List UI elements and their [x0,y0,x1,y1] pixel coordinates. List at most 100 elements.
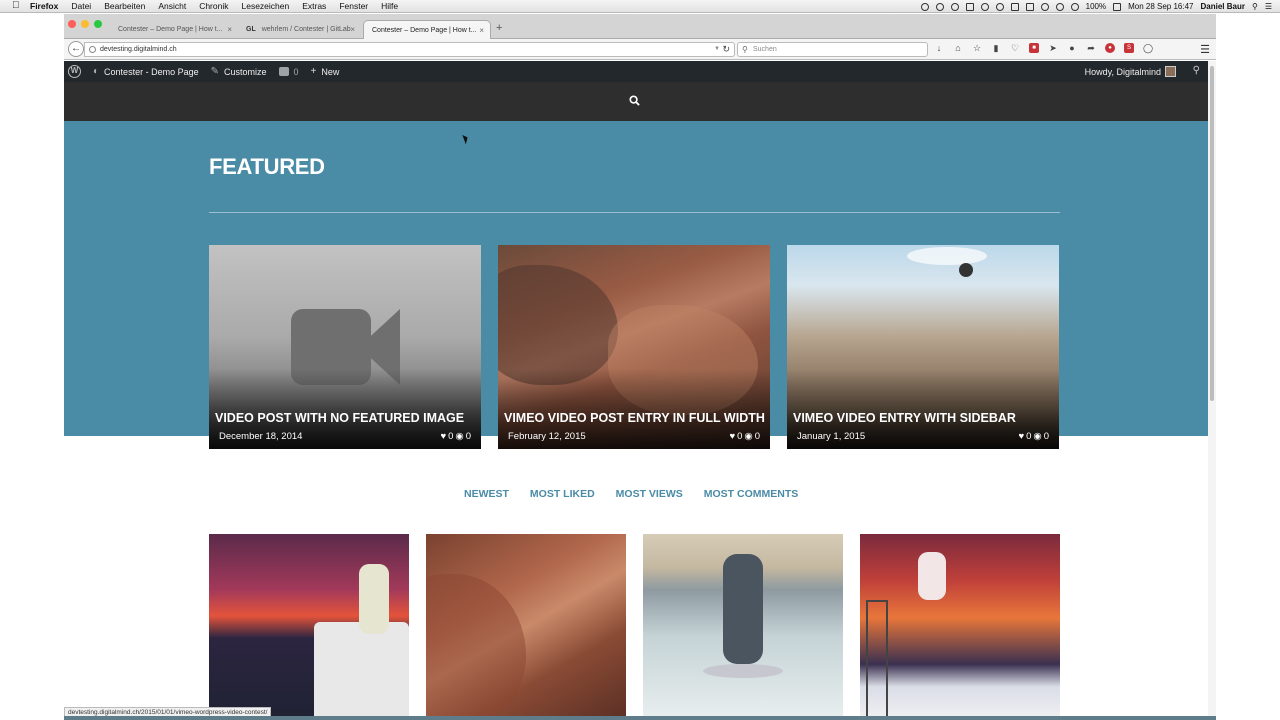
bookmarks-icon[interactable]: ▮ [991,43,1001,53]
url-bar[interactable]: devtesting.digitalmind.ch ▼ ↻ [84,42,735,57]
eye-icon: ◉ [1033,431,1042,442]
new-label: New [321,66,340,77]
url-dropdown-icon[interactable]: ▼ [714,43,720,56]
card-date: December 18, 2014 [219,431,303,442]
menubar-status-area: 100% Mon 28 Sep 16:47 Daniel Baur ⚲ ☰ [920,0,1272,13]
photo-tower-shape [866,600,888,720]
bug-icon[interactable] [980,2,989,11]
admin-account[interactable]: Howdy, Digitalmind [1085,61,1176,82]
card-title[interactable]: VIMEO VIDEO POST ENTRY IN FULL WIDTH [504,411,765,425]
menu-app-name[interactable]: Firefox [30,1,58,11]
heart-icon[interactable]: ♥ [440,431,446,442]
share-icon[interactable]: ➦ [1086,43,1096,53]
close-tab-icon[interactable]: × [479,26,484,35]
volume-icon[interactable] [1070,2,1079,11]
featured-card[interactable]: VIMEO VIDEO ENTRY WITH SIDEBAR January 1… [787,245,1059,449]
pocket-icon[interactable]: ♡ [1010,43,1020,53]
spotlight-icon[interactable]: ⚲ [1252,2,1258,11]
admin-site-name[interactable]: ◐ Contester - Demo Page [93,66,199,77]
menu-ansicht[interactable]: Ansicht [158,1,186,11]
featured-card[interactable]: VIMEO VIDEO POST ENTRY IN FULL WIDTH Feb… [498,245,770,449]
post-thumbnail[interactable] [209,534,409,720]
menu-lesezeichen[interactable]: Lesezeichen [241,1,289,11]
post-thumbnail[interactable] [860,534,1060,720]
featured-card[interactable]: VIDEO POST WITH NO FEATURED IMAGE Decemb… [209,245,481,449]
tab-gitlab[interactable]: GL wehrlem / Contester | GitLab × [238,20,361,39]
close-window-icon[interactable] [68,20,76,28]
card-stats: ♥ 0 ◉ 0 [1018,431,1049,442]
checkbox-icon[interactable] [965,2,974,11]
tab-most-views[interactable]: MOST VIEWS [616,488,683,500]
sync-icon[interactable] [950,2,959,11]
one-password-icon[interactable] [1025,2,1034,11]
close-tab-icon[interactable]: × [350,25,355,34]
wp-admin-bar: W ◐ Contester - Demo Page ✎ Customize 0 … [64,61,1208,82]
tab-most-liked[interactable]: MOST LIKED [530,488,595,500]
admin-customize[interactable]: ✎ Customize [211,66,267,77]
card-stats: ♥ 0 ◉ 0 [440,431,471,442]
menu-extras[interactable]: Extras [302,1,326,11]
minimize-window-icon[interactable] [81,20,89,28]
extension-red-icon[interactable]: ■ [1029,43,1039,53]
wordpress-logo-icon[interactable]: W [68,65,81,78]
photo-rider-shape [959,263,973,277]
dropbox-icon[interactable] [995,2,1004,11]
apple-icon[interactable]:  [12,1,22,11]
heart-icon[interactable]: ♥ [729,431,735,442]
tab-contester-active[interactable]: Contester – Demo Page | How t... × [363,20,491,39]
menu-datei[interactable]: Datei [71,1,91,11]
admin-search-icon[interactable]: ⚲ [1193,65,1200,76]
likes-count: 0 [1026,431,1032,442]
admin-new[interactable]: + New [311,66,340,77]
menu-hilfe[interactable]: Hilfe [381,1,398,11]
new-tab-icon[interactable]: + [496,22,502,34]
search-placeholder: Suchen [753,46,777,53]
back-arrow-icon[interactable]: ← [68,41,84,57]
search-bar[interactable]: ⚲ Suchen [737,42,928,57]
card-title[interactable]: VIMEO VIDEO ENTRY WITH SIDEBAR [793,411,1016,425]
reload-icon[interactable]: ↻ [722,43,730,56]
shield-icon[interactable]: ◯ [1143,43,1153,53]
s-extension-icon[interactable]: S [1124,43,1134,53]
howdy-label: Howdy, Digitalmind [1084,66,1161,77]
post-thumbnail[interactable] [426,534,626,720]
heart-icon[interactable]: ♥ [1018,431,1024,442]
chat-icon[interactable]: ● [1067,43,1077,53]
zoom-window-icon[interactable] [94,20,102,28]
wifi-icon[interactable] [1055,2,1064,11]
page-scrollbar[interactable] [1208,61,1216,720]
menu-chronik[interactable]: Chronik [199,1,228,11]
site-name-label: Contester - Demo Page [104,66,199,77]
text-icon[interactable] [1010,2,1019,11]
record-icon[interactable] [920,2,929,11]
bookmark-star-icon[interactable]: ☆ [972,43,982,53]
notification-icon[interactable] [935,2,944,11]
post-thumbnail[interactable] [643,534,843,720]
likes-count: 0 [737,431,743,442]
tab-most-comments[interactable]: MOST COMMENTS [704,488,799,500]
url-text: devtesting.digitalmind.ch [100,46,177,53]
tab-contester-1[interactable]: Contester – Demo Page | How t... × [110,20,238,39]
menu-fenster[interactable]: Fenster [339,1,368,11]
tab-newest[interactable]: NEWEST [464,488,509,500]
send-icon[interactable]: ➤ [1048,43,1058,53]
menubar-clock[interactable]: Mon 28 Sep 16:47 [1128,2,1193,11]
home-icon[interactable]: ⌂ [953,43,963,53]
battery-percent[interactable]: 100% [1086,2,1106,11]
hamburger-menu-icon[interactable]: ☰ [1200,43,1210,56]
brush-icon: ✎ [210,66,219,77]
download-icon[interactable]: ↓ [934,43,944,53]
scrollbar-thumb[interactable] [1210,66,1214,401]
adblock-icon[interactable]: ● [1105,43,1115,53]
time-machine-icon[interactable] [1040,2,1049,11]
views-count: 0 [1043,431,1049,442]
notification-center-icon[interactable]: ☰ [1265,2,1272,11]
menu-bearbeiten[interactable]: Bearbeiten [104,1,145,11]
home-dashboard-icon: ◐ [93,66,100,77]
close-tab-icon[interactable]: × [227,25,232,34]
card-title[interactable]: VIDEO POST WITH NO FEATURED IMAGE [215,411,464,425]
battery-icon[interactable] [1113,2,1122,11]
menubar-user[interactable]: Daniel Baur [1201,2,1245,11]
site-search-icon[interactable] [629,95,640,106]
admin-comments[interactable]: 0 [278,67,299,77]
